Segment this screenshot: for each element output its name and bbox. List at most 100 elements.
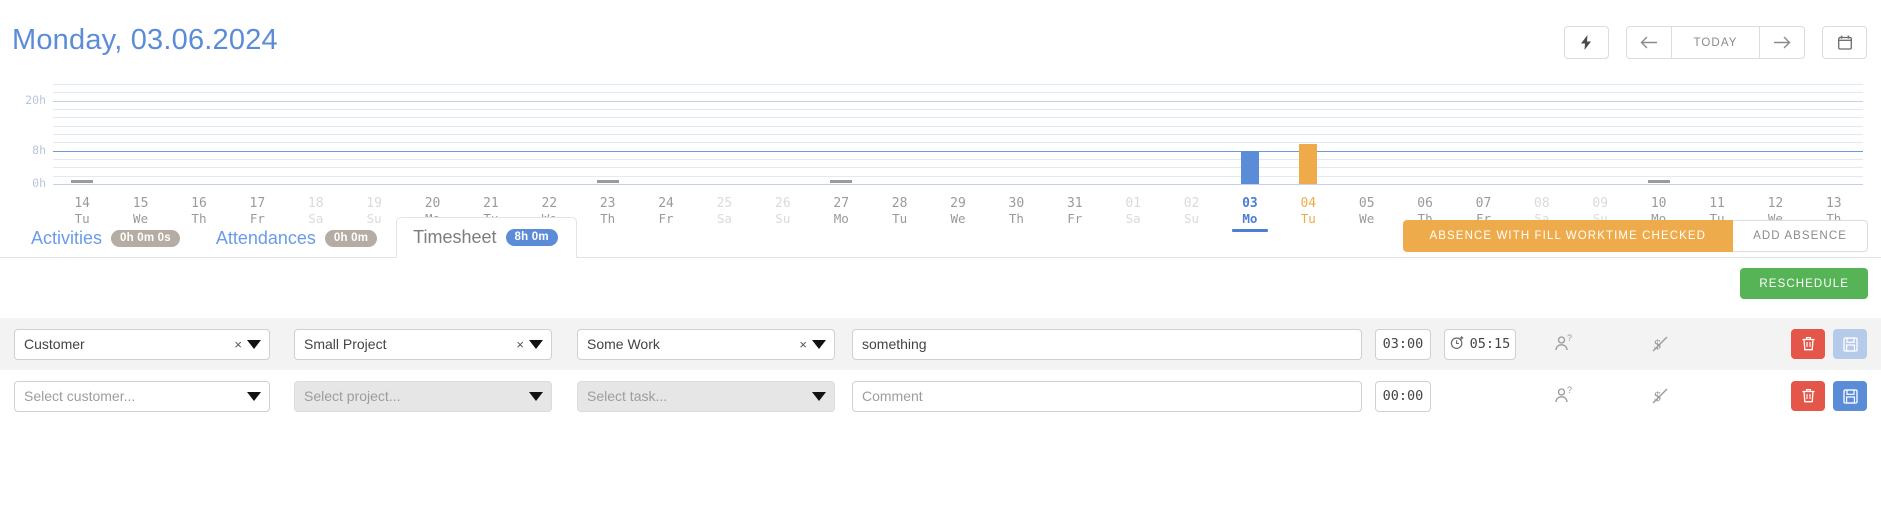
row-actions	[1791, 381, 1867, 411]
date-tick-day: 18	[307, 196, 324, 211]
arrow-right-icon	[1773, 36, 1791, 49]
duration-input[interactable]: 03:00	[1375, 328, 1431, 360]
start-timer-button[interactable]: 05:15	[1444, 328, 1516, 360]
tab-list: Activities 0h 0m 0s Attendances 0h 0m Timesh…	[14, 216, 577, 258]
date-tick-day: 29	[950, 196, 966, 211]
date-tick-day: 28	[891, 196, 908, 211]
timer-value: 05:15	[1469, 336, 1511, 352]
chart-plot-area: 20h 8h 0h	[0, 76, 1881, 196]
date-tick-day: 06	[1417, 196, 1433, 211]
date-toolbar: TODAY	[1564, 26, 1867, 59]
chart-bar[interactable]	[1299, 144, 1318, 184]
task-select[interactable]: Select task...	[577, 380, 835, 412]
date-tick-day: 13	[1825, 196, 1842, 211]
person-question-icon[interactable]: ?	[1516, 386, 1612, 406]
date-tick-day: 17	[249, 196, 266, 211]
date-tick-day: 14	[74, 196, 91, 211]
chevron-down-icon[interactable]	[247, 339, 261, 349]
save-row-button[interactable]	[1833, 329, 1867, 359]
project-select-value: Select project...	[304, 388, 401, 404]
dollar-slash-icon[interactable]: $	[1612, 386, 1708, 406]
tab-activities[interactable]: Activities 0h 0m 0s	[14, 218, 199, 258]
comment-input[interactable]: Comment	[852, 380, 1362, 412]
date-tick-day: 15	[132, 196, 149, 211]
svg-text:$: $	[1654, 390, 1661, 405]
date-tick-day: 27	[833, 196, 850, 211]
date-tick-day: 01	[1125, 196, 1141, 211]
chart-bar[interactable]	[1240, 150, 1259, 184]
table-row: Select customer... Select project... Selec…	[0, 370, 1881, 422]
date-tick-day: 05	[1358, 196, 1375, 211]
reschedule-button[interactable]: RESCHEDULE	[1740, 268, 1868, 299]
date-tick-day: 23	[599, 196, 616, 211]
date-tick-day: 04	[1300, 196, 1317, 211]
quick-action-button[interactable]	[1564, 26, 1609, 59]
add-absence-button[interactable]: ADD ABSENCE	[1733, 220, 1868, 252]
customer-select[interactable]: Customer ×	[14, 328, 270, 360]
chart-gridline	[53, 117, 1863, 119]
project-select[interactable]: Small Project ×	[294, 328, 552, 360]
chart-gridline	[53, 159, 1863, 160]
clear-icon[interactable]: ×	[799, 337, 807, 352]
chart-gridline	[53, 167, 1863, 169]
today-button[interactable]: TODAY	[1672, 26, 1760, 59]
timesheet-page: Monday, 03.06.2024 TODAY 20h 8h 0h 14 Tu…	[0, 0, 1881, 519]
comment-input-value: Comment	[862, 388, 923, 404]
tab-duration-badge: 8h 0m	[505, 228, 558, 247]
customer-select-value: Select customer...	[24, 388, 136, 404]
date-tick-day: 31	[1066, 196, 1083, 211]
tab-label: Attendances	[215, 228, 316, 248]
customer-select-value: Customer	[24, 336, 85, 352]
chevron-down-icon[interactable]	[247, 391, 261, 401]
tab-timesheet[interactable]: Timesheet 8h 0m	[396, 217, 577, 258]
clear-icon[interactable]: ×	[516, 337, 524, 352]
date-tick-day: 12	[1767, 196, 1784, 211]
page-header: Monday, 03.06.2024 TODAY	[0, 0, 1881, 76]
date-tick-day: 26	[775, 196, 791, 211]
chart-gridline	[53, 100, 1863, 102]
delete-row-button[interactable]	[1791, 329, 1825, 359]
date-tick-day: 22	[541, 196, 558, 211]
date-tick-day: 20	[424, 196, 441, 211]
table-row: Customer × Small Project × Some Work × somethi…	[0, 318, 1881, 370]
tab-label: Timesheet	[413, 227, 497, 247]
date-tick-day: 07	[1475, 196, 1492, 211]
duration-input[interactable]: 00:00	[1375, 380, 1431, 412]
chart-day-tick	[830, 180, 853, 183]
svg-text:?: ?	[1567, 334, 1572, 343]
next-day-button[interactable]	[1760, 26, 1805, 59]
chart-day-tick	[596, 180, 619, 183]
chart-gridline	[53, 142, 1863, 144]
clear-icon[interactable]: ×	[234, 337, 242, 352]
dollar-slash-icon[interactable]: $	[1612, 334, 1708, 354]
prev-day-button[interactable]	[1626, 26, 1672, 59]
calendar-icon	[1837, 35, 1852, 50]
customer-select[interactable]: Select customer...	[14, 380, 270, 412]
chart-gridline	[53, 84, 1863, 85]
date-tick-day: 25	[716, 196, 733, 211]
hours-chart: 20h8h0h 14Tu15We16Th17Fr18Sa19Su20Mo21Tu…	[0, 76, 1881, 232]
date-tick-day: 10	[1650, 196, 1667, 211]
timer-slot: 05:15	[1444, 328, 1516, 360]
chart-day-tick	[71, 180, 94, 183]
open-calendar-button[interactable]	[1822, 26, 1867, 59]
absence-actions: ABSENCE WITH FILL WORKTIME CHECKED ADD A…	[1402, 220, 1868, 252]
tab-attendances[interactable]: Attendances 0h 0m	[199, 218, 396, 258]
page-title: Monday, 03.06.2024	[12, 24, 278, 56]
chevron-down-icon[interactable]	[529, 391, 543, 401]
chevron-down-icon[interactable]	[529, 339, 543, 349]
comment-input[interactable]: something	[852, 328, 1362, 360]
person-question-icon[interactable]: ?	[1516, 334, 1612, 354]
tab-duration-badge: 0h 0m	[324, 229, 378, 248]
tab-duration-badge: 0h 0m 0s	[111, 229, 180, 248]
project-select-value: Small Project	[304, 336, 387, 352]
chevron-down-icon[interactable]	[812, 339, 826, 349]
delete-row-button[interactable]	[1791, 381, 1825, 411]
task-select[interactable]: Some Work ×	[577, 328, 835, 360]
save-row-button[interactable]	[1833, 381, 1867, 411]
timesheet-rows: Customer × Small Project × Some Work × somethi…	[0, 318, 1881, 422]
date-tick-day: 30	[1008, 196, 1025, 211]
project-select[interactable]: Select project...	[294, 380, 552, 412]
absence-with-fill-worktime-button[interactable]: ABSENCE WITH FILL WORKTIME CHECKED	[1402, 220, 1734, 252]
chevron-down-icon[interactable]	[812, 391, 826, 401]
